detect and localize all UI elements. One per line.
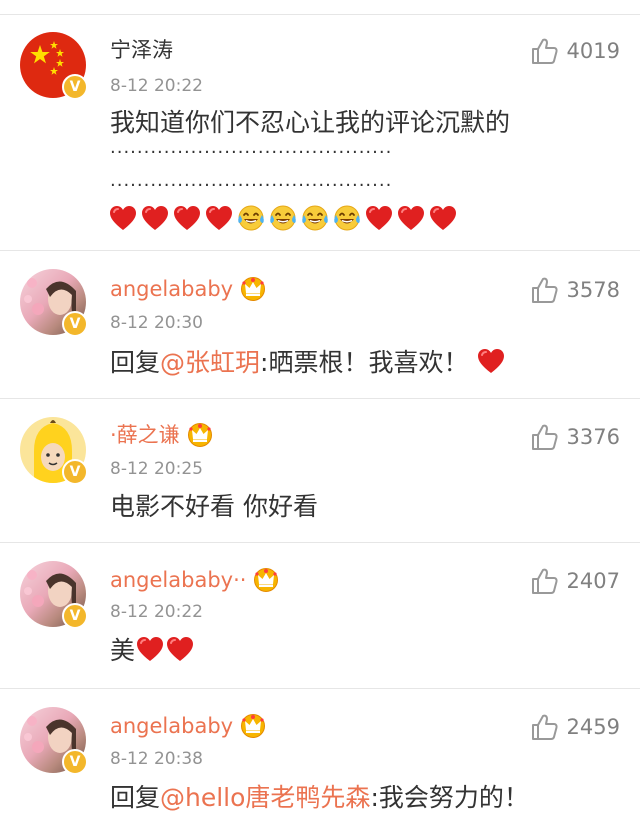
commenter-name[interactable]: 宁泽涛 [110,37,173,63]
verified-badge-icon: V [62,74,88,100]
avatar[interactable]: V [20,32,88,100]
avatar[interactable]: V [20,269,88,337]
verified-badge-icon: V [62,459,88,485]
commenter-name: angelababy·· [110,568,247,592]
avatar[interactable]: V [20,707,88,775]
verified-badge-icon: V [62,749,88,775]
like-button[interactable]: 3376 [529,422,620,452]
comment-item: V angelababy 2459 8-12 20:38 回复@hello唐老鸭… [0,688,640,833]
comment-list: V 宁泽涛 4019 8-12 20:22 我知道你们不忍心让我的评论沉默的 ·… [0,0,640,833]
emoji-row [108,202,460,234]
commenter-name: ·薛之谦 [110,423,180,447]
like-button[interactable]: 3578 [529,275,620,305]
heart-icon [165,635,195,663]
thumbs-up-icon [529,566,559,596]
heart-icon [108,204,138,232]
verified-badge-icon: V [62,311,88,337]
tears-of-joy-icon [332,204,362,232]
comment-ellipsis-line: ········································… [110,142,393,163]
commenter-name: angelababy [110,714,234,738]
comment-item: V angelababy 3578 8-12 20:30 回复@张虹玥:晒票根！… [0,250,640,398]
heart-icon [476,347,506,375]
thumbs-up-icon [529,422,559,452]
like-button[interactable]: 4019 [529,36,620,66]
heart-icon [140,204,170,232]
like-count: 4019 [566,39,620,63]
reply-prefix: 回复 [110,348,161,377]
tears-of-joy-icon [300,204,330,232]
comment-text: 回复@hello唐老鸭先森:我会努力的！ [110,782,529,814]
comment-ellipsis-line: ········································… [110,175,393,196]
like-button[interactable]: 2459 [529,712,620,742]
comment-time: 8-12 20:25 [110,459,203,479]
comment-item: V 宁泽涛 4019 8-12 20:22 我知道你们不忍心让我的评论沉默的 ·… [0,14,640,250]
like-count: 3376 [566,425,620,449]
thumbs-up-icon [529,275,559,305]
crown-icon [186,421,214,447]
heart-icon [204,204,234,232]
like-count: 2459 [566,715,620,739]
crown-icon [239,712,267,738]
comment-body: 美 [110,636,136,665]
comment-item: V ·薛之谦 3376 8-12 20:25 电影不好看 你好看 [0,398,640,542]
like-count: 3578 [566,278,620,302]
commenter-name-row[interactable]: ·薛之谦 [110,422,214,448]
comment-text: 回复@张虹玥:晒票根！我喜欢！ [110,347,506,379]
heart-icon [172,204,202,232]
commenter-name: angelababy [110,277,234,301]
verified-badge-icon: V [62,603,88,629]
commenter-name-row[interactable]: angelababy·· [110,567,280,593]
mention-link[interactable]: @hello唐老鸭先森 [160,783,370,812]
tears-of-joy-icon [268,204,298,232]
heart-icon [135,635,165,663]
comment-text: 美 [110,635,195,667]
tears-of-joy-icon [236,204,266,232]
thumbs-up-icon [529,36,559,66]
mention-link[interactable]: @张虹玥 [160,348,260,377]
comment-text: 电影不好看 你好看 [110,492,318,521]
crown-icon [252,566,280,592]
avatar[interactable]: V [20,561,88,629]
thumbs-up-icon [529,712,559,742]
avatar[interactable]: V [20,417,88,485]
comment-time: 8-12 20:38 [110,749,203,769]
comment-item: V angelababy·· 2407 8-12 20:22 美 [0,542,640,688]
like-count: 2407 [566,569,620,593]
comment-time: 8-12 20:22 [110,602,203,622]
reply-prefix: 回复 [110,783,161,812]
heart-icon [364,204,394,232]
comment-time: 8-12 20:30 [110,313,203,333]
like-button[interactable]: 2407 [529,566,620,596]
reply-body: :我会努力的！ [370,783,529,812]
crown-icon [239,275,267,301]
comment-time: 8-12 20:22 [110,76,203,96]
commenter-name-row[interactable]: angelababy [110,276,267,302]
comment-text: 我知道你们不忍心让我的评论沉默的 [110,108,511,137]
heart-icon [396,204,426,232]
commenter-name-row[interactable]: angelababy [110,713,267,739]
reply-body: :晒票根！我喜欢！ [260,348,469,377]
heart-icon [428,204,458,232]
